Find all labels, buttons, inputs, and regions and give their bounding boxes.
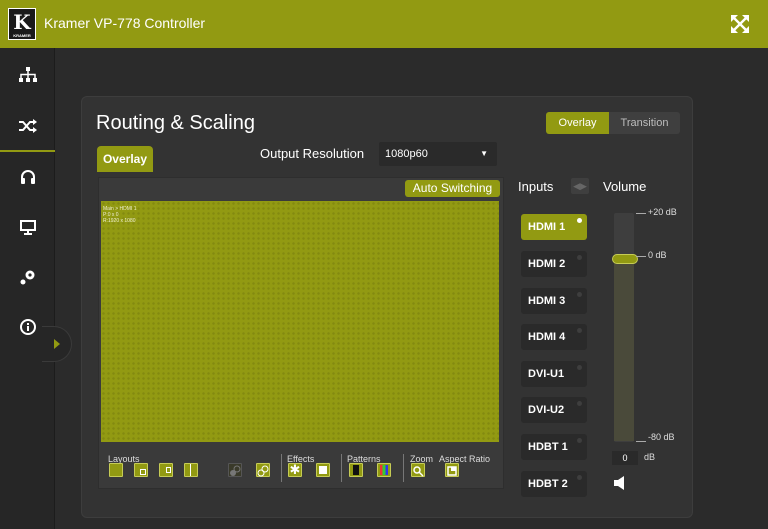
info-icon (19, 319, 36, 335)
input-label: HDBT 1 (528, 441, 568, 453)
input-label: DVI-U2 (528, 404, 565, 416)
signal-dot-icon (577, 475, 582, 480)
volume-tick (636, 213, 646, 214)
preview-info-line: R:1920 x 1080 (103, 218, 136, 224)
volume-value[interactable]: 0 (612, 451, 638, 465)
shuffle-icon (18, 119, 37, 133)
sidebar-item-audio[interactable] (0, 152, 55, 202)
swap-inputs-button[interactable]: ◀▶ (571, 178, 589, 194)
overlay-tab[interactable]: Overlay (97, 146, 153, 172)
input-label: HDMI 3 (528, 295, 566, 307)
volume-max-label: +20 dB (648, 207, 677, 217)
monitor-icon (19, 219, 36, 235)
volume-handle[interactable] (612, 253, 638, 264)
signal-dot-icon (577, 292, 582, 297)
split-icon (190, 464, 191, 476)
layout-side-pip-button[interactable] (159, 463, 173, 477)
speaker-icon[interactable] (612, 475, 628, 491)
aspect-ratio-icon (447, 466, 457, 476)
output-resolution-label: Output Resolution (260, 146, 365, 161)
output-resolution-value: 1080p60 (385, 148, 428, 160)
tab-transition-mode[interactable]: Transition (609, 112, 680, 134)
signal-dot-icon (577, 438, 582, 443)
layout-swap-active-button[interactable] (256, 463, 270, 477)
caret-down-icon: ▼ (480, 149, 488, 158)
divider (281, 454, 282, 482)
settings-dots-icon (20, 270, 34, 285)
preview-info: Main > HDMI 1 P:0 x 0 R:1920 x 1080 (103, 206, 136, 224)
zoom-button[interactable] (411, 463, 425, 477)
pattern-color-button[interactable] (377, 463, 391, 477)
layout-single-button[interactable] (109, 463, 123, 477)
input-label: HDMI 4 (528, 331, 566, 343)
color-bars-icon (380, 465, 388, 475)
signal-dot-icon (577, 255, 582, 260)
input-label: HDMI 1 (528, 221, 566, 233)
side-pip-icon (166, 467, 171, 473)
auto-switching-button[interactable]: Auto Switching (405, 180, 500, 197)
input-button-hdmi3[interactable]: HDMI 3 (521, 288, 587, 314)
layout-pip-button[interactable] (134, 463, 148, 477)
sidebar-item-routing[interactable] (0, 102, 55, 152)
output-resolution-select[interactable]: 1080p60 ▼ (379, 142, 497, 166)
network-icon (18, 67, 37, 82)
input-label: DVI-U1 (528, 368, 565, 380)
signal-dot-icon (577, 218, 582, 223)
page-title: Routing & Scaling (96, 112, 255, 134)
inputs-label: Inputs (518, 179, 554, 194)
pattern-bars-button[interactable] (349, 463, 363, 477)
asterisk-icon: ✱ (289, 462, 301, 477)
tools-bar: Layouts Effects ✱ Patterns Zoom Aspect R… (101, 444, 499, 488)
sidebar-item-settings[interactable] (0, 252, 55, 302)
aspect-ratio-button[interactable] (445, 463, 459, 477)
signal-dot-icon (577, 328, 582, 333)
preview-window[interactable] (101, 201, 499, 442)
swap-icon (257, 465, 269, 477)
input-button-dvi-u2[interactable]: DVI-U2 (521, 397, 587, 423)
input-button-hdmi1[interactable]: HDMI 1 (521, 214, 587, 240)
volume-mid-label: 0 dB (648, 250, 667, 260)
input-label: HDBT 2 (528, 478, 568, 490)
volume-label: Volume (603, 179, 647, 194)
signal-dot-icon (577, 365, 582, 370)
input-button-hdmi2[interactable]: HDMI 2 (521, 251, 587, 277)
input-label: HDMI 2 (528, 258, 566, 270)
input-button-hdbt1[interactable]: HDBT 1 (521, 434, 587, 460)
sidebar (0, 48, 55, 529)
magnifier-icon (413, 466, 424, 477)
tab-overlay-mode[interactable]: Overlay (546, 112, 609, 134)
blank-icon (319, 466, 327, 474)
sidebar-item-network[interactable] (0, 50, 55, 100)
input-button-dvi-u1[interactable]: DVI-U1 (521, 361, 587, 387)
divider (403, 454, 404, 482)
swap-icon (230, 465, 241, 476)
headphones-icon (20, 170, 35, 184)
kramer-logo: K KRAMER (8, 8, 36, 40)
title-bar: K KRAMER Kramer VP-778 Controller (0, 0, 768, 48)
volume-min-label: -80 dB (648, 432, 675, 442)
pattern-icon (353, 465, 359, 475)
sidebar-item-display[interactable] (0, 202, 55, 252)
chevron-right-icon (53, 339, 60, 349)
pip-icon (140, 469, 146, 475)
divider (341, 454, 342, 482)
effects-blank-button[interactable] (316, 463, 330, 477)
volume-tick (636, 256, 646, 257)
effects-freeze-button[interactable]: ✱ (288, 463, 302, 477)
volume-tick (636, 441, 646, 442)
sidebar-expand-button[interactable] (42, 326, 72, 362)
app-title: Kramer VP-778 Controller (44, 15, 206, 31)
swap-arrows-icon: ◀▶ (573, 181, 587, 191)
layout-swap-button[interactable] (228, 463, 242, 477)
input-button-hdmi4[interactable]: HDMI 4 (521, 324, 587, 350)
layout-split-button[interactable] (184, 463, 198, 477)
volume-level-fill (614, 258, 634, 441)
input-button-hdbt2[interactable]: HDBT 2 (521, 471, 587, 497)
signal-dot-icon (577, 401, 582, 406)
fullscreen-icon[interactable] (730, 14, 750, 34)
volume-unit: dB (644, 452, 656, 462)
